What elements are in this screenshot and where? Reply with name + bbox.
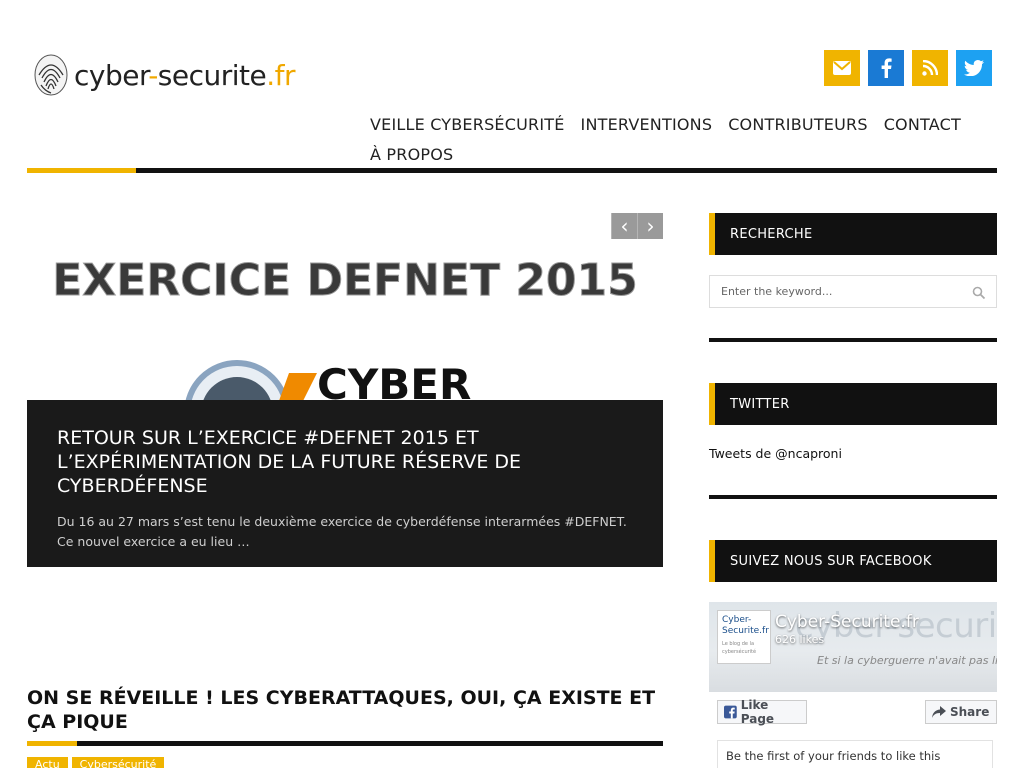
fingerprint-icon (33, 53, 69, 97)
widget-title-accent (709, 540, 715, 582)
facebook-icon (724, 705, 737, 719)
facebook-thumb-line2: Securite.fr (722, 626, 769, 636)
widget-title-twitter-label: TWITTER (730, 396, 790, 412)
mail-button[interactable] (824, 50, 860, 86)
facebook-thumb-line3: Le blog de la cybersécurité (722, 641, 757, 655)
facebook-like-page-label: Like Page (740, 698, 775, 726)
facebook-likes-count: 626 likes (775, 633, 825, 646)
share-icon (932, 706, 946, 718)
widget-divider-search (709, 338, 997, 342)
widget-title-search-label: RECHERCHE (730, 226, 813, 242)
tweets-link[interactable]: Tweets de @ncaproni (709, 446, 842, 461)
slide-title[interactable]: RETOUR SUR L’EXERCICE #DEFNET 2015 ET L’… (57, 426, 633, 498)
slide-image-heading: EXERCICE DEFNET 2015 (52, 255, 638, 306)
twitter-button[interactable] (956, 50, 992, 86)
facebook-share-label: Share (950, 705, 990, 719)
facebook-like-page-button[interactable]: Like Page (717, 698, 807, 726)
featured-slider: EXERCICE DEFNET 2015 CYBER ‹ › RETOUR SU… (27, 213, 663, 567)
widget-title-twitter: TWITTER (709, 383, 997, 425)
slider-next-button[interactable]: › (637, 213, 663, 239)
main-nav: VEILLE CYBERSÉCURITÉ INTERVENTIONS CONTRIB… (370, 110, 1010, 170)
logo-text: cyber-securite.fr (74, 58, 296, 92)
widget-title-search: RECHERCHE (709, 213, 997, 255)
twitter-icon (964, 60, 984, 76)
facebook-thumb-line1: Cyber- (722, 615, 752, 625)
search-input[interactable] (710, 276, 960, 307)
slide-caption: RETOUR SUR L’EXERCICE #DEFNET 2015 ET L’… (27, 400, 663, 567)
facebook-page-thumbnail[interactable]: Cyber- Securite.fr Le blog de la cybersé… (717, 610, 771, 664)
rss-icon (922, 60, 938, 76)
facebook-page-plugin: cyber-securite.fr Et si la cyberguerre n… (709, 602, 997, 768)
search-box (709, 275, 997, 308)
social-links (816, 50, 992, 86)
slide-excerpt: Du 16 au 27 mars s’est tenu le deuxième … (57, 514, 627, 549)
nav-item-interventions[interactable]: INTERVENTIONS (581, 110, 713, 140)
site-logo[interactable]: cyber-securite.fr (33, 52, 296, 98)
widget-title-facebook-label: SUIVEZ NOUS SUR FACEBOOK (730, 553, 932, 569)
widget-divider-twitter (709, 495, 997, 499)
facebook-page-name[interactable]: Cyber-Securite.fr (775, 612, 919, 632)
mail-icon (833, 61, 851, 75)
facebook-cover-subtitle: Et si la cyberguerre n'avait pas li (817, 654, 997, 667)
rss-button[interactable] (912, 50, 948, 86)
header-divider (27, 168, 997, 173)
slider-prev-button[interactable]: ‹ (611, 213, 637, 239)
tag-actu[interactable]: Actu (27, 757, 68, 768)
nav-item-contributeurs[interactable]: CONTRIBUTEURS (728, 110, 868, 140)
nav-item-veille[interactable]: VEILLE CYBERSÉCURITÉ (370, 110, 565, 140)
widget-title-accent (709, 213, 715, 255)
header-divider-accent (27, 168, 136, 173)
nav-item-a-propos[interactable]: À PROPOS (370, 140, 453, 170)
facebook-friends-box: Be the first of your friends to like thi… (717, 740, 993, 768)
facebook-icon (881, 58, 892, 78)
article-title[interactable]: ON SE RÉVEILLE ! LES CYBERATTAQUES, OUI,… (27, 686, 667, 734)
facebook-share-button[interactable]: Share (925, 700, 997, 724)
facebook-button[interactable] (868, 50, 904, 86)
article-divider-accent (27, 741, 77, 746)
article-tags: Actu Cybersécurité (27, 757, 168, 768)
nav-item-contact[interactable]: CONTACT (884, 110, 961, 140)
facebook-friends-text: Be the first of your friends to like thi… (726, 749, 941, 763)
widget-title-facebook: SUIVEZ NOUS SUR FACEBOOK (709, 540, 997, 582)
search-icon[interactable] (972, 286, 986, 300)
widget-title-accent (709, 383, 715, 425)
tag-cybersecurite[interactable]: Cybersécurité (71, 757, 165, 768)
slider-controls: ‹ › (611, 213, 663, 239)
article-divider (27, 741, 663, 746)
